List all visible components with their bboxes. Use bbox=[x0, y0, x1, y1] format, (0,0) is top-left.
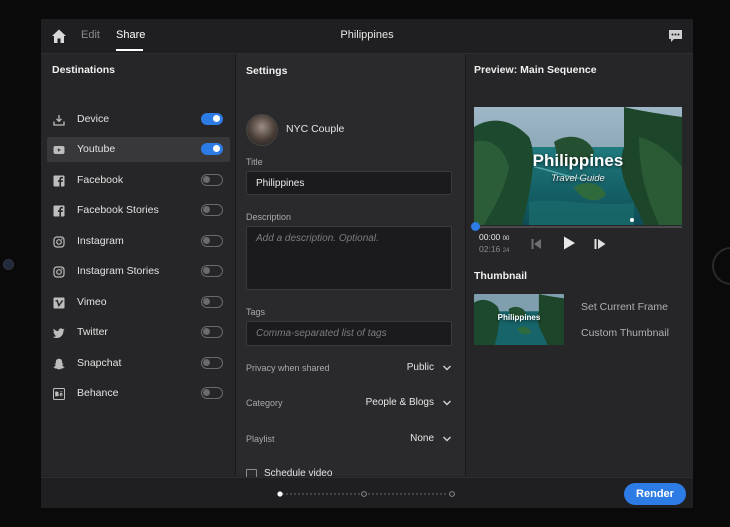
title-label: Title bbox=[246, 157, 263, 167]
destination-label: Instagram Stories bbox=[77, 265, 160, 277]
page-indicator bbox=[277, 491, 455, 497]
vimeo-toggle[interactable] bbox=[201, 296, 223, 308]
twitter-toggle[interactable] bbox=[201, 326, 223, 338]
chat-feedback-icon[interactable] bbox=[668, 29, 683, 43]
custom-thumbnail-button[interactable]: Custom Thumbnail bbox=[581, 327, 669, 339]
thumbnail-heading: Thumbnail bbox=[474, 270, 528, 282]
bottom-bar: Render bbox=[41, 477, 693, 508]
destination-label: Device bbox=[77, 113, 110, 125]
project-title: Philippines bbox=[340, 29, 394, 41]
thumbnail-preview[interactable]: Philippines bbox=[474, 294, 564, 345]
snapchat-icon bbox=[53, 358, 65, 370]
set-current-frame-button[interactable]: Set Current Frame bbox=[581, 301, 668, 313]
active-tab-indicator bbox=[116, 49, 143, 51]
instagram-icon bbox=[53, 266, 65, 278]
page-dot-2 bbox=[361, 491, 367, 497]
destinations-heading: Destinations bbox=[52, 64, 116, 76]
category-value: People & Blogs bbox=[365, 397, 434, 408]
description-placeholder: Add a description. Optional. bbox=[256, 233, 379, 244]
youtube-toggle[interactable] bbox=[201, 143, 223, 155]
destination-instagram-stories[interactable]: Instagram Stories bbox=[47, 259, 230, 284]
top-bar: Edit Share Philippines bbox=[41, 19, 693, 54]
destination-facebook-stories[interactable]: Facebook Stories bbox=[47, 198, 230, 223]
title-input[interactable]: Philippines bbox=[246, 171, 452, 195]
settings-heading: Settings bbox=[246, 65, 288, 77]
behance-icon bbox=[53, 388, 65, 400]
playlist-value: None bbox=[410, 433, 434, 444]
destination-label: Facebook bbox=[77, 174, 124, 186]
destination-behance[interactable]: Behance bbox=[47, 381, 230, 406]
thumbnail-overlay-title: Philippines bbox=[497, 313, 541, 322]
step-forward-icon[interactable] bbox=[593, 237, 609, 251]
app-screen: Edit Share Philippines Destinations Devi… bbox=[41, 19, 693, 508]
destination-label: Youtube bbox=[77, 143, 116, 155]
current-time: 00:00 00 bbox=[479, 232, 510, 242]
facebook-icon bbox=[53, 175, 65, 187]
privacy-value: Public bbox=[406, 362, 434, 373]
destination-youtube[interactable]: Youtube bbox=[47, 137, 230, 162]
destination-facebook[interactable]: Facebook bbox=[47, 168, 230, 193]
preview-overlay-title: Philippines bbox=[532, 151, 624, 170]
destination-instagram[interactable]: Instagram bbox=[47, 229, 230, 254]
page-dot-1 bbox=[277, 491, 283, 497]
destination-snapchat[interactable]: Snapchat bbox=[47, 351, 230, 376]
tags-placeholder: Comma-separated list of tags bbox=[256, 328, 387, 339]
vimeo-icon bbox=[53, 297, 65, 309]
facebook-stories-toggle[interactable] bbox=[201, 204, 223, 216]
facebook-toggle[interactable] bbox=[201, 174, 223, 186]
category-label: Category bbox=[246, 398, 283, 408]
preview-overlay-subtitle: Travel Guide bbox=[551, 173, 605, 184]
playlist-select[interactable]: Playlist None bbox=[246, 431, 454, 449]
behance-toggle[interactable] bbox=[201, 387, 223, 399]
render-button[interactable]: Render bbox=[624, 483, 686, 505]
description-label: Description bbox=[246, 212, 292, 222]
account-avatar bbox=[246, 114, 278, 146]
tags-label: Tags bbox=[246, 307, 266, 317]
instagram-stories-toggle[interactable] bbox=[201, 265, 223, 277]
facebook-icon bbox=[53, 205, 65, 217]
preview-marker-dot bbox=[630, 218, 634, 222]
destination-device[interactable]: Device bbox=[47, 107, 230, 132]
chevron-down-icon bbox=[443, 400, 451, 406]
playlist-label: Playlist bbox=[246, 434, 275, 444]
destination-twitter[interactable]: Twitter bbox=[47, 320, 230, 345]
chevron-down-icon bbox=[443, 436, 451, 442]
instagram-icon bbox=[53, 236, 65, 248]
destinations-panel: Destinations Device Youtube Facebook Fac… bbox=[41, 54, 236, 476]
destination-label: Twitter bbox=[77, 326, 108, 338]
destination-label: Behance bbox=[77, 387, 119, 399]
preview-panel: Preview: Main Sequence Philippines Trave… bbox=[466, 54, 693, 476]
twitter-icon bbox=[53, 328, 65, 338]
device-toggle[interactable] bbox=[201, 113, 223, 125]
settings-panel: Settings NYC Couple Title Philippines De… bbox=[236, 54, 466, 480]
step-back-icon[interactable] bbox=[529, 237, 545, 251]
video-preview[interactable]: Philippines Travel Guide bbox=[474, 107, 682, 225]
destination-label: Instagram bbox=[77, 235, 124, 247]
description-input[interactable]: Add a description. Optional. bbox=[246, 226, 452, 290]
front-camera bbox=[3, 259, 14, 270]
download-icon bbox=[53, 115, 65, 126]
page-dot-3 bbox=[449, 491, 455, 497]
duration-time: 02:16 24 bbox=[479, 244, 510, 254]
privacy-select[interactable]: Privacy when shared Public bbox=[246, 360, 454, 378]
play-icon[interactable] bbox=[562, 235, 576, 251]
title-input-value: Philippines bbox=[256, 178, 305, 189]
snapchat-toggle[interactable] bbox=[201, 357, 223, 369]
instagram-toggle[interactable] bbox=[201, 235, 223, 247]
category-select[interactable]: Category People & Blogs bbox=[246, 395, 454, 413]
chevron-down-icon bbox=[443, 365, 451, 371]
privacy-label: Privacy when shared bbox=[246, 363, 330, 373]
destination-label: Snapchat bbox=[77, 357, 122, 369]
scrubber-track[interactable] bbox=[474, 226, 682, 228]
account-name: NYC Couple bbox=[286, 123, 345, 135]
youtube-icon bbox=[53, 146, 65, 154]
destination-vimeo[interactable]: Vimeo bbox=[47, 290, 230, 315]
preview-heading: Preview: Main Sequence bbox=[474, 64, 597, 76]
tags-input[interactable]: Comma-separated list of tags bbox=[246, 321, 452, 346]
destination-label: Vimeo bbox=[77, 296, 107, 308]
destination-label: Facebook Stories bbox=[77, 204, 159, 216]
playhead-handle[interactable] bbox=[471, 222, 480, 231]
